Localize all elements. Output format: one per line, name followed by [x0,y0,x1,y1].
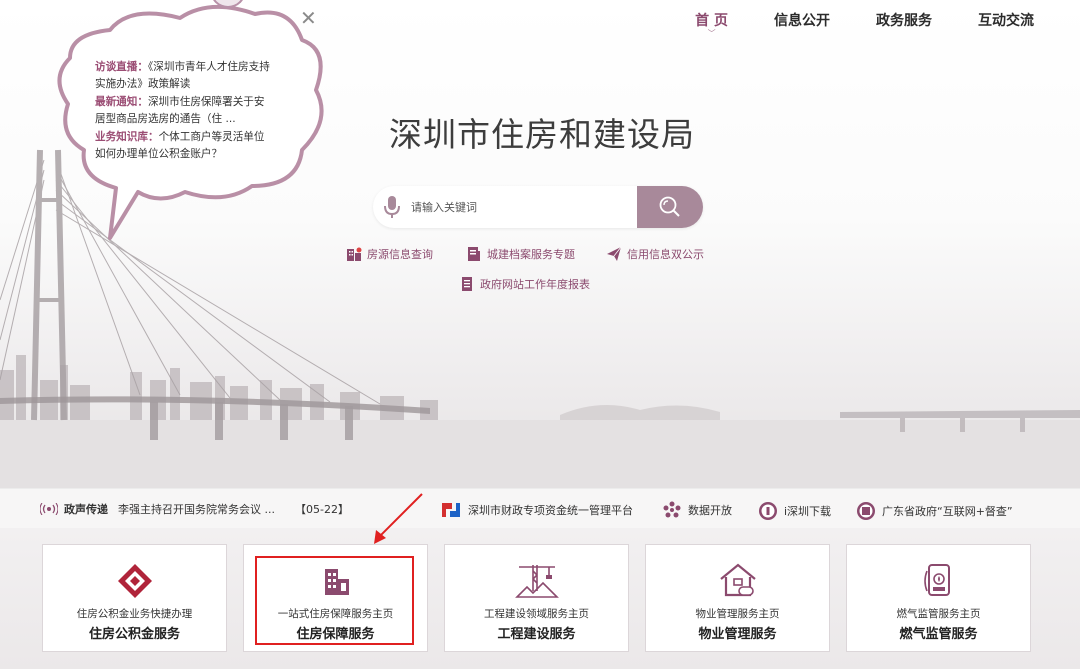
nav-info-disclosure[interactable]: 信息公开 [774,10,830,30]
paper-plane-icon [607,246,622,261]
i-shenzhen-icon [759,502,777,520]
quick-link-annual-report[interactable]: 政府网站工作年度报表 [459,276,590,292]
bubble-news-list: 访谈直播：《深圳市青年人才住房支持实施办法》政策解读 最新通知：深圳市住房保障署… [95,59,273,164]
ticker-link-label: 数据开放 [688,504,732,517]
card-property-management[interactable]: 物业管理服务主页 物业管理服务 [645,544,830,652]
housing-buildings-icon [324,569,349,595]
search-input[interactable] [411,186,633,228]
microphone-icon[interactable] [383,195,401,219]
quick-link-label: 城建档案服务专题 [487,248,575,261]
hero-banner: ✕ 访谈直播：《深圳市青年人才住房支持实施办法》政策解读 最新通知：深圳市住房保… [0,0,1080,488]
card-title: 燃气监管服务 [899,627,978,642]
card-subtitle: 燃气监管服务主页 [896,608,981,620]
card-gas-supervision[interactable]: 燃气监管服务主页 燃气监管服务 [846,544,1031,652]
search-icon [659,196,680,217]
ticker-link-label: 深圳市财政专项资金统一管理平台 [468,504,633,517]
ticker-headline-group: 政声传递 李强主持召开国务院常务会议 ... 【05-22】 [40,501,349,517]
quick-link-label: 房源信息查询 [367,248,433,261]
archive-icon [468,247,480,261]
nav-label: 信息公开 [774,13,830,29]
building-icon [347,247,362,261]
ticker-link-supervision[interactable]: 广东省政府“互联网+督查” [856,501,1013,521]
nav-label: 互动交流 [978,13,1034,29]
ticker-link-data-open[interactable]: 数据开放 [662,501,732,519]
card-subtitle: 住房公积金业务快捷办理 [76,608,193,620]
bubble-news-item[interactable]: 业务知识库：个体工商户等灵活单位如何办理单位公积金账户？ [95,129,273,163]
page-title: 深圳市住房和建设局 [389,115,695,154]
quick-link-label: 政府网站工作年度报表 [480,278,590,291]
property-house-icon [719,563,756,597]
news-item-label: 访谈直播： [95,61,148,73]
bubble-news-item[interactable]: 访谈直播：《深圳市青年人才住房支持实施办法》政策解读 [95,59,273,93]
ticker-tag: 政声传递 [64,503,108,516]
construction-crane-icon [514,565,559,598]
nav-interaction[interactable]: 互动交流 [978,10,1034,30]
card-construction[interactable]: 工程建设领域服务主页 工程建设服务 [444,544,629,652]
bubble-news-item[interactable]: 最新通知：深圳市住房保障署关于安居型商品房选房的通告（住 ... [95,94,273,128]
news-ticker-bar: 政声传递 李强主持召开国务院常务会议 ... 【05-22】 深圳市财政专项资金… [0,488,1080,528]
card-title: 物业管理服务 [698,627,777,642]
gas-meter-icon [923,564,950,596]
broadcast-icon [40,503,58,515]
ticker-link-label: i深圳下载 [784,505,832,518]
card-housing-security[interactable]: 一站式住房保障服务主页 住房保障服务 [243,544,428,652]
provident-fund-icon [117,564,152,598]
data-open-icon [663,501,681,518]
quick-link-archive[interactable]: 城建档案服务专题 [466,246,575,262]
top-navigation: 首 页 ﹀ 信息公开 政务服务 互动交流 [649,10,1034,38]
ticker-headline[interactable]: 李强主持召开国务院常务会议 ... [118,501,275,517]
quick-link-housing-query[interactable]: 房源信息查询 [346,246,433,262]
nav-government-services[interactable]: 政务服务 [876,10,932,30]
card-title: 住房公积金服务 [88,627,180,642]
ticker-link-finance[interactable]: 深圳市财政专项资金统一管理平台 [440,501,633,519]
nav-home[interactable]: 首 页 ﹀ [695,10,728,38]
service-cards-section: 住房公积金业务快捷办理 住房公积金服务 一站式住房保障服务主页 住房保障服务 工… [0,528,1080,669]
nav-label: 政务服务 [876,13,932,29]
ticker-link-label: 广东省政府“互联网+督查” [882,505,1013,518]
quick-link-credit[interactable]: 信用信息双公示 [606,246,704,262]
card-subtitle: 物业管理服务主页 [695,608,780,620]
report-icon [462,277,472,291]
news-speech-bubble: ✕ 访谈直播：《深圳市青年人才住房支持实施办法》政策解读 最新通知：深圳市住房保… [40,0,330,245]
ticker-date: 【05-22】 [295,503,349,516]
news-item-label: 最新通知： [95,96,148,108]
quick-link-label: 信用信息双公示 [627,248,704,261]
ticker-link-i-shenzhen[interactable]: i深圳下载 [758,501,831,521]
card-subtitle: 一站式住房保障服务主页 [277,608,394,620]
search-bar [373,186,703,228]
chevron-down-icon: ﹀ [707,29,716,38]
card-subtitle: 工程建设领域服务主页 [484,608,589,620]
card-title: 工程建设服务 [497,627,576,642]
finance-platform-icon [442,503,460,517]
search-button[interactable] [637,186,703,228]
news-item-label: 业务知识库： [95,131,159,143]
card-provident-fund[interactable]: 住房公积金业务快捷办理 住房公积金服务 [42,544,227,652]
close-icon[interactable]: ✕ [300,8,317,28]
card-title: 住房保障服务 [296,627,375,642]
supervision-icon [857,502,875,520]
nav-home-label: 首 页 [695,13,728,29]
